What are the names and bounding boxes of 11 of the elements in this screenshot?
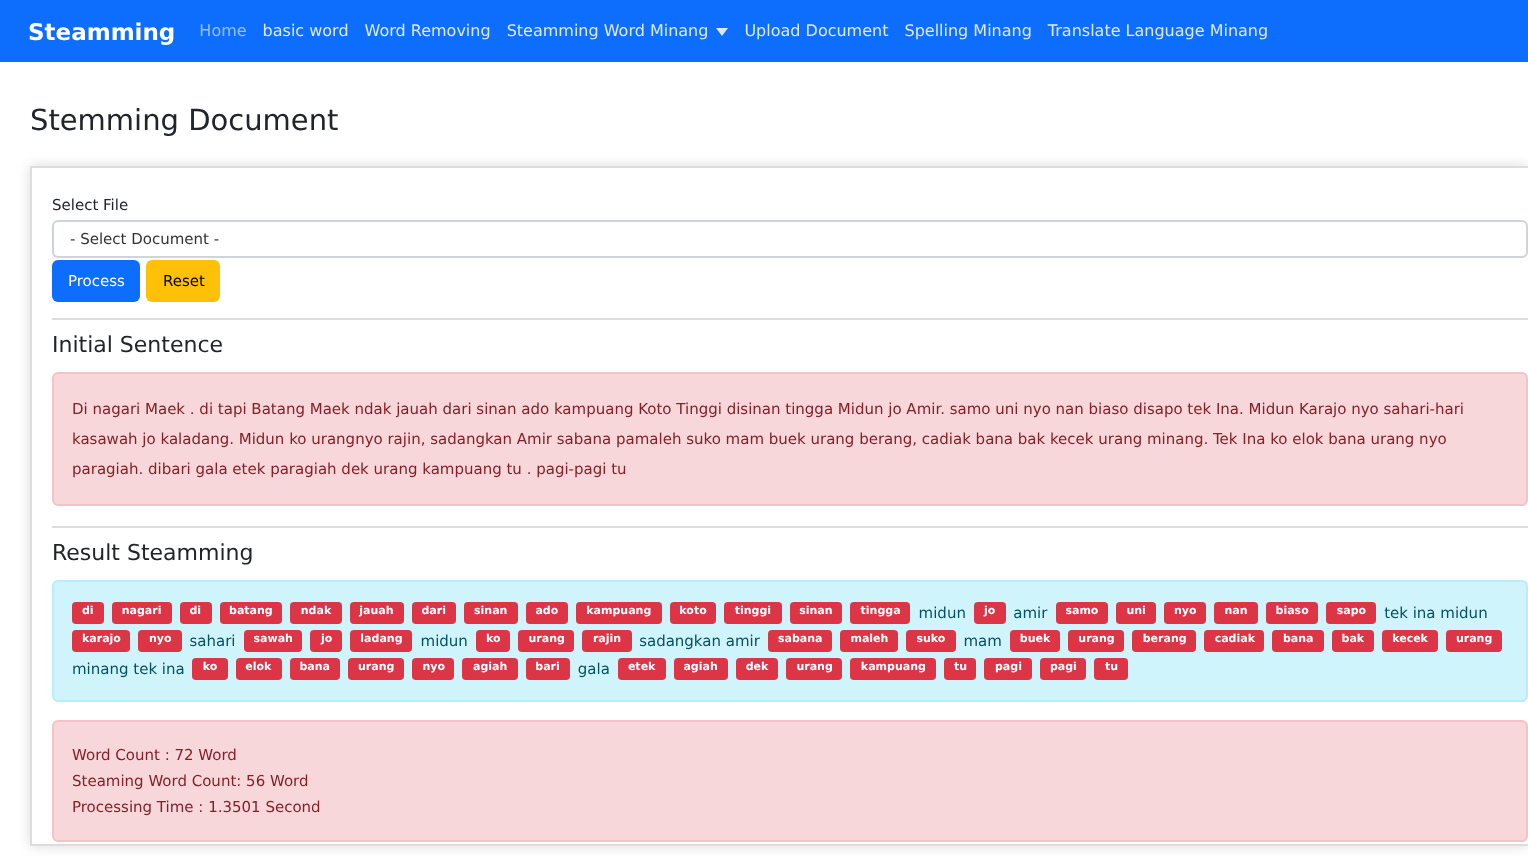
nav-link[interactable]: Home [199,22,247,40]
nav-link[interactable]: basic word [262,22,349,40]
nav-link[interactable]: Translate Language Minang [1047,22,1269,40]
section-heading: Result Steamming [52,540,256,566]
nav-link[interactable]: Word Removing [364,22,491,40]
nav-link[interactable]: Spelling Minang [904,22,1032,40]
page-title: Stemming Document [30,106,341,138]
nav-link[interactable]: Steamming Word Minang [506,22,729,40]
navbar-brand[interactable]: Steamming [28,17,176,45]
nav-link[interactable]: Upload Document [744,22,889,40]
section-heading: Initial Sentence [52,332,226,358]
